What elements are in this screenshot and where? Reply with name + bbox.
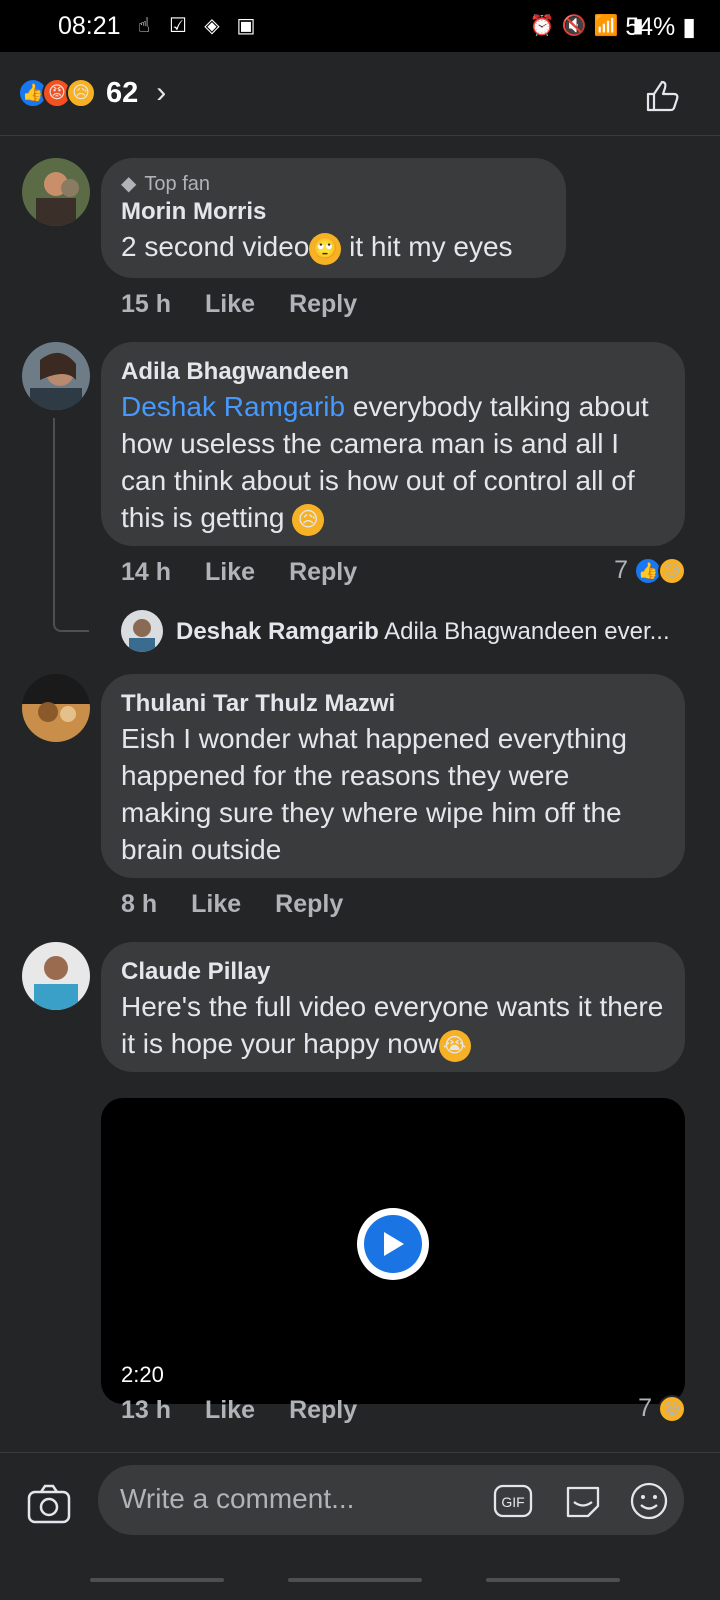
nav-home-button[interactable] [288, 1578, 422, 1582]
nav-back-button[interactable] [486, 1578, 620, 1582]
svg-text:GIF: GIF [501, 1494, 524, 1510]
diamond-icon: ◈ [204, 14, 220, 37]
gif-icon[interactable]: GIF [492, 1480, 534, 1522]
reply-button[interactable]: Reply [289, 1396, 357, 1425]
comment-actions: 15 h Like Reply [121, 290, 357, 319]
avatar-adila-bhagwandeen[interactable] [22, 342, 90, 410]
reply-button[interactable]: Reply [289, 558, 357, 587]
comment-actions: 13 h Like Reply [121, 1396, 357, 1425]
play-button[interactable] [357, 1208, 429, 1280]
badge-label: Top fan [144, 173, 210, 195]
status-time: 08:21 [58, 12, 121, 40]
chevron-right-icon[interactable]: › [156, 76, 166, 110]
comment-text-part: Here's the full video everyone wants it … [121, 991, 664, 1059]
sad-reaction-icon: 😥 [658, 556, 686, 585]
like-button[interactable]: Like [191, 890, 241, 919]
comment-input[interactable]: Write a comment... GIF [98, 1465, 684, 1535]
comment-time[interactable]: 13 h [121, 1396, 171, 1425]
wifi-icon: 📶 [593, 14, 619, 37]
like-post-icon[interactable] [642, 76, 682, 116]
comments-screen: 👍 😡 😥 62 › ◆ Top fan Morin Morris 2 secon… [0, 52, 720, 1600]
reaction-count: 7 [614, 556, 628, 584]
mute-icon: 🔇 [561, 14, 587, 37]
play-icon [364, 1215, 422, 1273]
like-button[interactable]: Like [205, 290, 255, 319]
battery-icon: ▮ [675, 13, 696, 41]
laugh-reaction-icon: 😆 [658, 1394, 686, 1423]
like-button[interactable]: Like [205, 1396, 255, 1425]
comment-time[interactable]: 15 h [121, 290, 171, 319]
diamond-icon: ◆ [121, 173, 137, 195]
reactions-header[interactable]: 👍 😡 😥 62 › [0, 52, 720, 136]
like-button[interactable]: Like [205, 558, 255, 587]
crying-emoji-icon: 😭 [438, 1029, 471, 1062]
system-nav-bar [0, 1556, 720, 1600]
comment-placeholder: Write a comment... [120, 1483, 355, 1514]
comment-text: Here's the full video everyone wants it … [121, 988, 665, 1062]
comment-time[interactable]: 8 h [121, 890, 157, 919]
nav-recents-button[interactable] [90, 1578, 224, 1582]
comment-author[interactable]: Morin Morris [121, 196, 546, 228]
sad-reaction-icon: 😥 [66, 78, 96, 108]
comment-actions: 8 h Like Reply [121, 890, 343, 919]
comment-author[interactable]: Adila Bhagwandeen [121, 356, 665, 388]
reply-preview[interactable]: Deshak Ramgarib Adila Bhagwandeen ever..… [176, 618, 686, 646]
reply-text: Adila Bhagwandeen ever... [384, 618, 670, 645]
image-icon: ▣ [236, 14, 256, 37]
reaction-summary[interactable]: 👍 😡 😥 62 › [18, 76, 166, 110]
comment-text: 2 second video 🙄 it hit my eyes [121, 228, 546, 265]
reply-author: Deshak Ramgarib [176, 618, 379, 645]
reaction-count: 7 [638, 1394, 652, 1422]
finger-icon: ☝ [137, 14, 151, 37]
comment-composer: Write a comment... GIF [0, 1452, 720, 1556]
video-duration: 2:20 [121, 1362, 164, 1387]
reply-button[interactable]: Reply [275, 890, 343, 919]
comment-text: Deshak Ramgarib everybody talking about … [121, 388, 665, 536]
comment-author[interactable]: Claude Pillay [121, 956, 665, 988]
notification-icons: ☝ ☑ ◈ ▣ [132, 12, 258, 38]
checkbox-icon: ☑ [169, 14, 187, 37]
thread-line [53, 418, 89, 632]
reaction-count: 62 [106, 76, 139, 109]
video-attachment[interactable]: 2:20 [101, 1098, 685, 1404]
emoji-icon[interactable] [628, 1480, 670, 1522]
comment-reactions[interactable]: 7 😆 [638, 1394, 686, 1423]
battery-percent: 54% [625, 13, 676, 41]
comment-author[interactable]: Thulani Tar Thulz Mazwi [121, 688, 665, 720]
avatar-thulani-mazwi[interactable] [22, 674, 90, 742]
comment-time[interactable]: 14 h [121, 558, 171, 587]
sad-tear-emoji-icon: 😥 [292, 503, 325, 536]
comment-bubble-4[interactable]: Claude Pillay Here's the full video ever… [101, 942, 685, 1072]
comment-actions: 14 h Like Reply [121, 558, 357, 587]
sticker-icon[interactable] [562, 1480, 604, 1522]
alarm-icon: ⏰ [529, 14, 555, 37]
comment-text-part: it hit my eyes [341, 231, 513, 262]
mention-link[interactable]: Deshak Ramgarib [121, 391, 345, 422]
comment-bubble-2[interactable]: Adila Bhagwandeen Deshak Ramgarib everyb… [101, 342, 685, 546]
comment-reactions[interactable]: 7 👍 😥 [614, 556, 686, 585]
reply-button[interactable]: Reply [289, 290, 357, 319]
comment-bubble-3[interactable]: Thulani Tar Thulz Mazwi Eish I wonder wh… [101, 674, 685, 878]
avatar-claude-pillay[interactable] [22, 942, 90, 1010]
comment-text-part: 2 second video [121, 231, 310, 262]
eye-roll-emoji-icon: 🙄 [309, 232, 342, 265]
avatar-morin-morris[interactable] [22, 158, 90, 226]
comment-text: Eish I wonder what happened everything h… [121, 723, 627, 865]
battery-level: 54% ▮ [625, 12, 696, 42]
status-bar: 08:21 ☝ ☑ ◈ ▣ ⏰ 🔇 📶 ▮ 54% ▮ [0, 0, 720, 52]
comment-bubble-1[interactable]: ◆ Top fan Morin Morris 2 second video 🙄 it… [101, 158, 566, 278]
camera-icon[interactable] [26, 1481, 72, 1527]
avatar-deshak-ramgarib[interactable] [121, 610, 163, 652]
top-fan-badge: ◆ Top fan [121, 172, 546, 196]
